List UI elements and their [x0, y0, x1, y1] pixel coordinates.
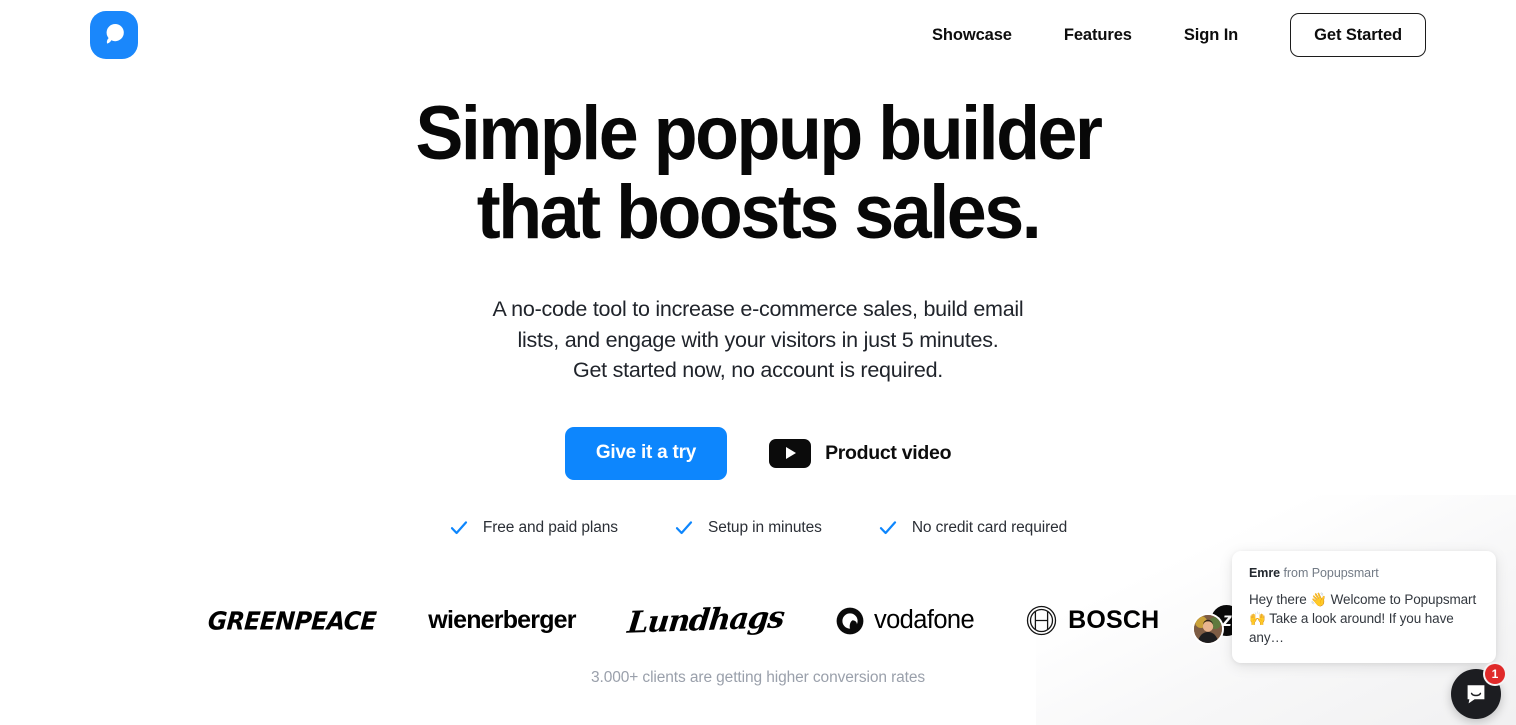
popupsmart-logo[interactable]	[90, 11, 138, 59]
lundhags-logo-text: Lundhags	[625, 600, 786, 641]
play-button-icon	[769, 438, 812, 468]
check-icon	[450, 520, 467, 534]
main-nav: Showcase Features Sign In Get Started	[906, 13, 1426, 57]
chat-sender-suffix: from Popupsmart	[1280, 566, 1379, 580]
nav-link-sign-in[interactable]: Sign In	[1158, 26, 1264, 45]
headline-line-1: Simple popup builder	[415, 91, 1102, 176]
check-icon	[879, 520, 896, 534]
client-logo-bosch: BOSCH	[1000, 605, 1185, 636]
client-logo-vodafone: vodafone	[809, 606, 1000, 636]
popupsmart-bubble-icon	[106, 24, 124, 44]
clients-caption: 3.000+ clients are getting higher conver…	[590, 668, 926, 686]
headline-line-2: that boosts sales.	[476, 170, 1042, 255]
chat-sender: Emre from Popupsmart	[1249, 566, 1479, 580]
chat-bubble-icon	[1467, 685, 1485, 704]
check-icon	[675, 520, 693, 534]
chat-unread-badge: 1	[1485, 664, 1505, 684]
product-video-link[interactable]: Product video	[769, 438, 952, 468]
wienerberger-logo-text: wienerberger	[428, 606, 576, 634]
give-it-a-try-button[interactable]: Give it a try	[564, 426, 728, 480]
chat-message-popup[interactable]: Emre from Popupsmart Hey there 👋 Welcome…	[1232, 551, 1496, 663]
client-logo-greenpeace: GREENPEACE	[182, 605, 402, 636]
chat-message-line-2: 🙌 Take a look around! If you have any…	[1249, 611, 1454, 645]
feature-item-no-credit-card-required: No credit card required	[878, 518, 1067, 538]
feature-label: Free and paid plans	[482, 518, 618, 536]
bosch-emblem-icon	[1026, 605, 1057, 636]
vodafone-logo-text: vodafone	[873, 606, 975, 634]
landing-page: Showcase Features Sign In Get Started Si…	[0, 0, 1516, 725]
chat-message-line-1: Hey there 👋 Welcome to Popupsmart	[1249, 592, 1477, 607]
site-header: Showcase Features Sign In Get Started	[0, 0, 1516, 70]
subtitle-line-2: lists, and engage with your visitors in …	[517, 327, 999, 352]
user-avatar-icon	[1194, 615, 1222, 643]
feature-item-free-and-paid-plans: Free and paid plans	[449, 518, 618, 538]
feature-item-setup-in-minutes: Setup in minutes	[674, 518, 822, 538]
product-video-label: Product video	[825, 441, 952, 464]
client-logo-lundhags: Lundhags	[602, 600, 809, 641]
nav-link-showcase[interactable]: Showcase	[906, 26, 1038, 45]
nav-link-features[interactable]: Features	[1038, 26, 1158, 45]
greenpeace-logo-text: GREENPEACE	[207, 605, 378, 636]
bosch-logo-text: BOSCH	[1068, 606, 1160, 634]
get-started-button[interactable]: Get Started	[1290, 13, 1426, 57]
vodafone-speechmark-icon	[836, 607, 864, 634]
feature-label: No credit card required	[911, 518, 1068, 536]
hero-cta-row: Give it a try Product video	[0, 426, 1516, 480]
feature-label: Setup in minutes	[707, 518, 822, 536]
subtitle-line-3: Get started now, no account is required.	[572, 358, 944, 382]
hero-subtitle: A no-code tool to increase e-commerce sa…	[0, 294, 1516, 386]
page-title: Simple popup builder that boosts sales.	[42, 94, 1475, 252]
chat-agent-avatar	[1194, 615, 1222, 643]
chat-message-body: Hey there 👋 Welcome to Popupsmart 🙌 Take…	[1249, 590, 1479, 647]
chat-sender-name: Emre	[1249, 566, 1281, 580]
subtitle-line-1: A no-code tool to increase e-commerce sa…	[492, 297, 1024, 321]
hero-feature-list: Free and paid plans Setup in minutes No …	[0, 518, 1516, 538]
client-logo-wienerberger: wienerberger	[402, 606, 601, 635]
